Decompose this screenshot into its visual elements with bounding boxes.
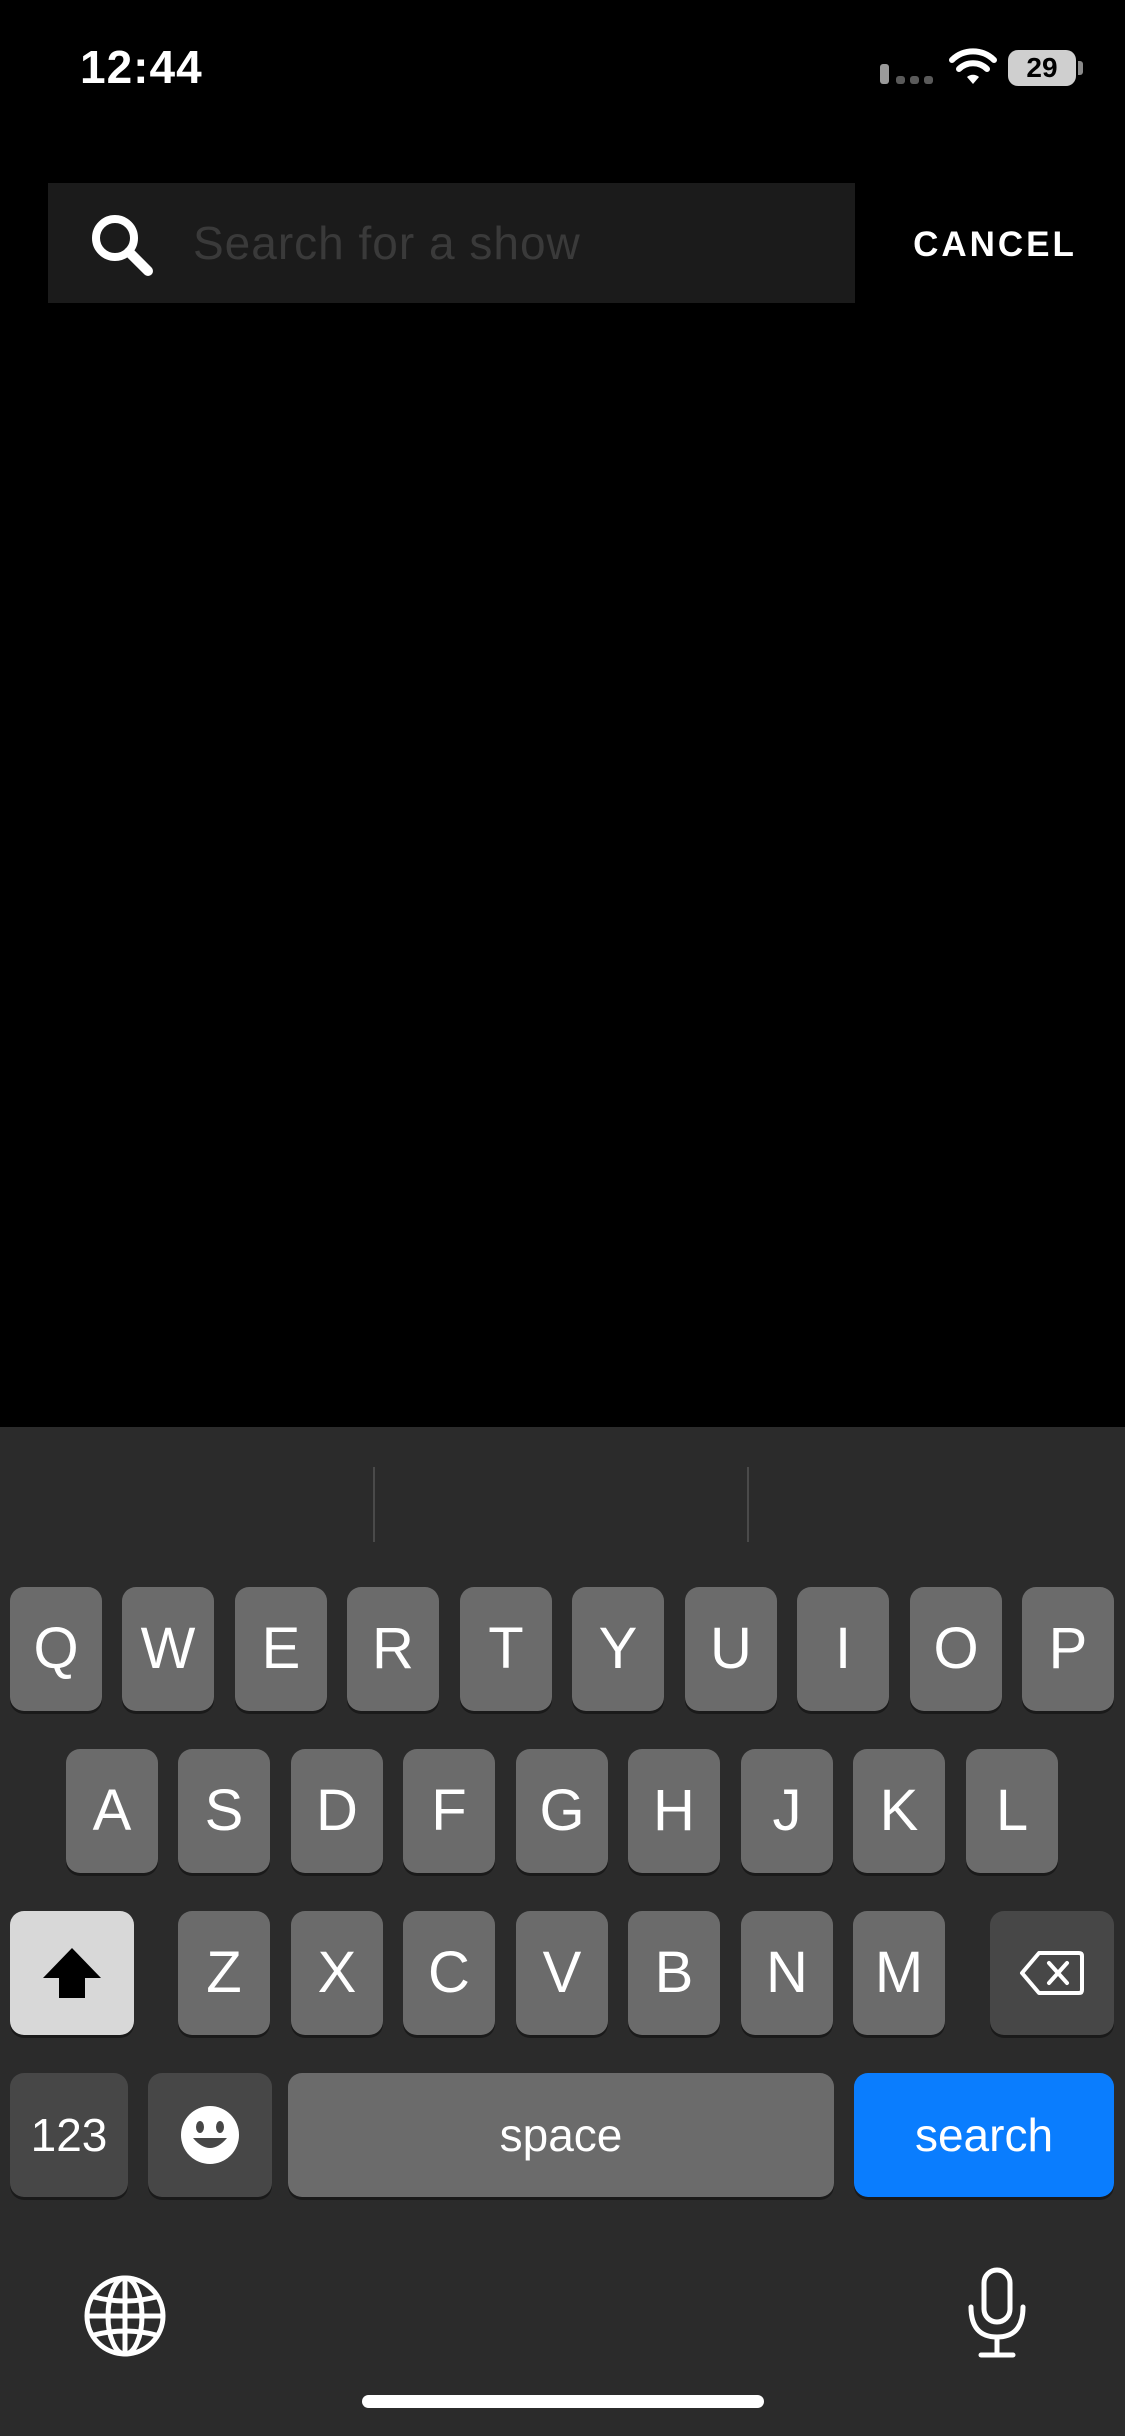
key-v[interactable]: V xyxy=(516,1911,608,2035)
key-o[interactable]: O xyxy=(910,1587,1002,1711)
wifi-icon xyxy=(949,48,997,84)
key-n[interactable]: N xyxy=(741,1911,833,2035)
search-input[interactable] xyxy=(193,183,833,303)
shift-key[interactable] xyxy=(10,1911,134,2035)
cellular-signal-icon xyxy=(880,62,936,84)
delete-key[interactable] xyxy=(990,1911,1114,2035)
key-d[interactable]: D xyxy=(291,1749,383,1873)
search-icon xyxy=(92,215,153,276)
battery-icon: 29 xyxy=(1008,50,1076,86)
battery-nub xyxy=(1078,61,1083,75)
key-p[interactable]: P xyxy=(1022,1587,1114,1711)
key-w[interactable]: W xyxy=(122,1587,214,1711)
emoji-smiley-icon xyxy=(181,2106,239,2164)
key-x[interactable]: X xyxy=(291,1911,383,2035)
key-c[interactable]: C xyxy=(403,1911,495,2035)
key-y[interactable]: Y xyxy=(572,1587,664,1711)
shift-arrow-icon xyxy=(43,1948,101,1998)
key-k[interactable]: K xyxy=(853,1749,945,1873)
key-t[interactable]: T xyxy=(460,1587,552,1711)
key-s[interactable]: S xyxy=(178,1749,270,1873)
status-time: 12:44 xyxy=(80,41,203,93)
key-f[interactable]: F xyxy=(403,1749,495,1873)
keyboard: Q W E R T Y U I O P A S D F G H J K L Z … xyxy=(0,1427,1125,2436)
cancel-button[interactable]: CANCEL xyxy=(900,220,1090,270)
key-q[interactable]: Q xyxy=(10,1587,102,1711)
key-j[interactable]: J xyxy=(741,1749,833,1873)
key-h[interactable]: H xyxy=(628,1749,720,1873)
key-m[interactable]: M xyxy=(853,1911,945,2035)
numbers-key[interactable]: 123 xyxy=(10,2073,128,2197)
suggestion-divider xyxy=(747,1467,749,1542)
key-e[interactable]: E xyxy=(235,1587,327,1711)
key-l[interactable]: L xyxy=(966,1749,1058,1873)
key-g[interactable]: G xyxy=(516,1749,608,1873)
microphone-icon[interactable] xyxy=(965,2267,1029,2359)
key-a[interactable]: A xyxy=(66,1749,158,1873)
emoji-key[interactable] xyxy=(148,2073,272,2197)
key-b[interactable]: B xyxy=(628,1911,720,2035)
home-indicator[interactable] xyxy=(362,2395,764,2408)
status-bar: 12:44 29 xyxy=(0,0,1125,140)
key-z[interactable]: Z xyxy=(178,1911,270,2035)
globe-icon[interactable] xyxy=(84,2275,166,2357)
key-i[interactable]: I xyxy=(797,1587,889,1711)
key-r[interactable]: R xyxy=(347,1587,439,1711)
suggestion-divider xyxy=(373,1467,375,1542)
search-field[interactable] xyxy=(48,183,855,303)
space-key[interactable]: space xyxy=(288,2073,834,2197)
backspace-icon xyxy=(1020,1951,1084,1995)
search-key[interactable]: search xyxy=(854,2073,1114,2197)
key-u[interactable]: U xyxy=(685,1587,777,1711)
